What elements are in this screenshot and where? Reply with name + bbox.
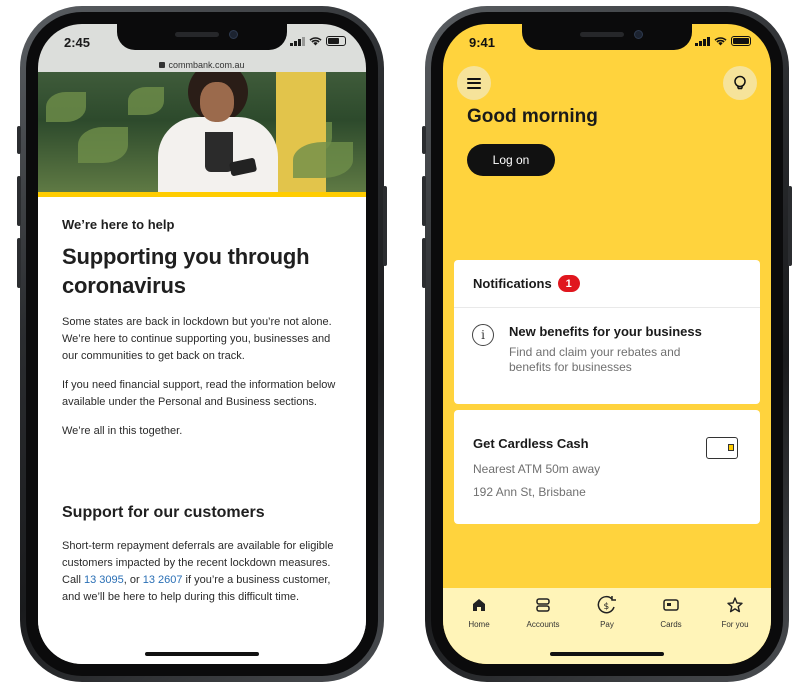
section-title: Support for our customers xyxy=(62,504,265,521)
nearest-atm: Nearest ATM 50m away xyxy=(473,462,601,476)
signal-icon xyxy=(290,36,305,46)
battery-icon xyxy=(731,36,751,46)
power-button xyxy=(383,186,387,266)
info-icon: i xyxy=(472,324,494,346)
power-button xyxy=(788,186,792,266)
accounts-icon xyxy=(532,594,554,616)
section-paragraph: Short-term repayment deferrals are avail… xyxy=(62,540,334,603)
notch xyxy=(522,24,692,50)
bezel: 2:45 commbank.com.au We’re here to help … xyxy=(26,12,378,676)
mute-switch xyxy=(422,126,426,154)
tab-home[interactable]: Home xyxy=(450,594,508,664)
eyebrow: We’re here to help xyxy=(62,217,175,232)
battery-icon xyxy=(326,36,346,46)
volume-up-button xyxy=(422,176,426,226)
paragraph-3: We’re all in this together. xyxy=(62,425,183,437)
home-indicator[interactable] xyxy=(145,652,259,656)
web-page: We’re here to help Supporting you throug… xyxy=(38,72,366,664)
notch xyxy=(117,24,287,50)
volume-down-button xyxy=(17,238,21,288)
bezel: 9:41 Good morning Log on Notifications 1… xyxy=(431,12,783,676)
cardless-cash-card[interactable]: Get Cardless Cash Nearest ATM 50m away 1… xyxy=(454,410,760,524)
home-icon xyxy=(468,594,490,616)
notifications-card[interactable]: Notifications 1 i New benefits for your … xyxy=(454,260,760,404)
phone-link-2[interactable]: 13 2607 xyxy=(143,574,183,586)
svg-text:$: $ xyxy=(604,602,610,612)
app-screen: 9:41 Good morning Log on Notifications 1… xyxy=(443,24,771,664)
pay-icon: $ xyxy=(596,594,618,616)
wifi-icon xyxy=(309,37,322,46)
home-indicator[interactable] xyxy=(550,652,664,656)
log-on-button[interactable]: Log on xyxy=(467,144,555,176)
status-time: 2:45 xyxy=(64,35,91,50)
status-time: 9:41 xyxy=(469,35,496,50)
tab-for-you[interactable]: For you xyxy=(706,594,764,664)
phone-link-1[interactable]: 13 3095 xyxy=(84,574,124,586)
notification-item[interactable]: i New benefits for your business Find an… xyxy=(454,308,760,375)
hero-image xyxy=(38,72,366,192)
page-title: Supporting you through coronavirus xyxy=(62,244,310,298)
notification-title: New benefits for your business xyxy=(509,324,702,339)
help-button[interactable] xyxy=(723,66,757,100)
card-icon xyxy=(706,437,738,459)
notifications-header: Notifications 1 xyxy=(454,260,760,308)
star-icon xyxy=(724,594,746,616)
lightbulb-icon xyxy=(734,75,746,90)
url-bar[interactable]: commbank.com.au xyxy=(38,60,366,78)
notifications-title: Notifications xyxy=(473,276,552,291)
lock-icon xyxy=(159,62,166,68)
notification-count-badge: 1 xyxy=(557,275,580,292)
url-text: commbank.com.au xyxy=(168,60,245,70)
volume-down-button xyxy=(422,238,426,288)
greeting: Good morning xyxy=(467,106,598,127)
atm-address: 192 Ann St, Brisbane xyxy=(473,485,586,499)
phone-right: 9:41 Good morning Log on Notifications 1… xyxy=(422,6,792,682)
mute-switch xyxy=(17,126,21,154)
hamburger-icon xyxy=(467,77,481,89)
menu-button[interactable] xyxy=(457,66,491,100)
paragraph-1: Some states are back in lockdown but you… xyxy=(62,316,332,362)
phone-left: 2:45 commbank.com.au We’re here to help … xyxy=(17,6,387,682)
cards-icon xyxy=(660,594,682,616)
paragraph-2: If you need financial support, read the … xyxy=(62,379,336,408)
wifi-icon xyxy=(714,37,727,46)
signal-icon xyxy=(695,36,710,46)
browser-screen: 2:45 commbank.com.au We’re here to help … xyxy=(38,24,366,664)
app-header xyxy=(457,66,757,102)
notification-description: Find and claim your rebates and benefits… xyxy=(509,345,681,374)
article: We’re here to help Supporting you throug… xyxy=(38,197,366,606)
volume-up-button xyxy=(17,176,21,226)
